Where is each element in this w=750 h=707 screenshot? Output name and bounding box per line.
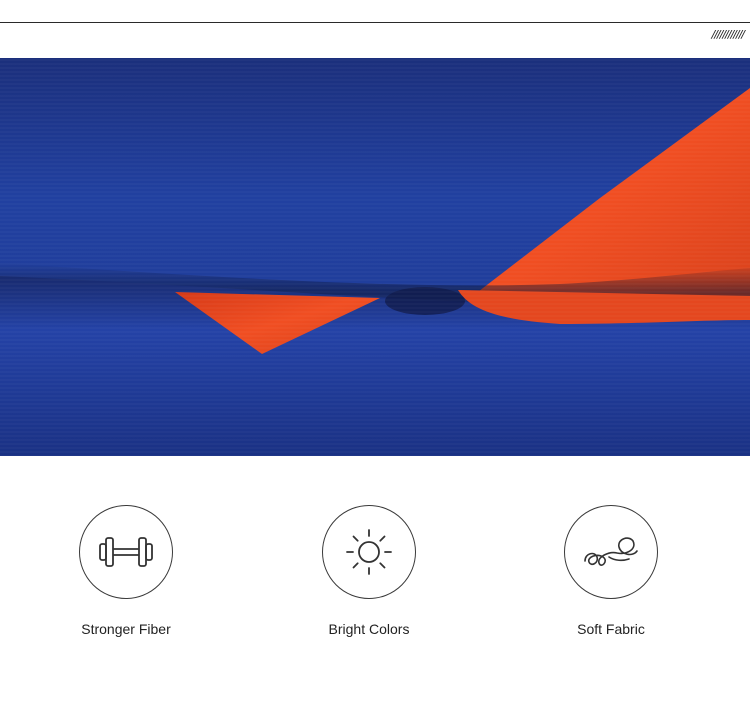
feature-label: Soft Fabric — [577, 621, 645, 637]
top-divider — [0, 22, 750, 23]
dumbbell-icon — [79, 505, 173, 599]
soft-swirl-icon — [564, 505, 658, 599]
sun-icon — [322, 505, 416, 599]
feature-label: Bright Colors — [328, 621, 410, 637]
feature-bright-colors: Bright Colors — [279, 505, 459, 637]
feature-label: Stronger Fiber — [81, 621, 171, 637]
feature-soft-fabric: Soft Fabric — [521, 505, 701, 637]
feature-stronger-fiber: Stronger Fiber — [36, 505, 216, 637]
fabric-closeup-image — [0, 58, 750, 456]
feature-list: Stronger Fiber Bright Colors Soft Fabric — [0, 505, 750, 655]
header-decoration: //////////// — [711, 28, 745, 41]
